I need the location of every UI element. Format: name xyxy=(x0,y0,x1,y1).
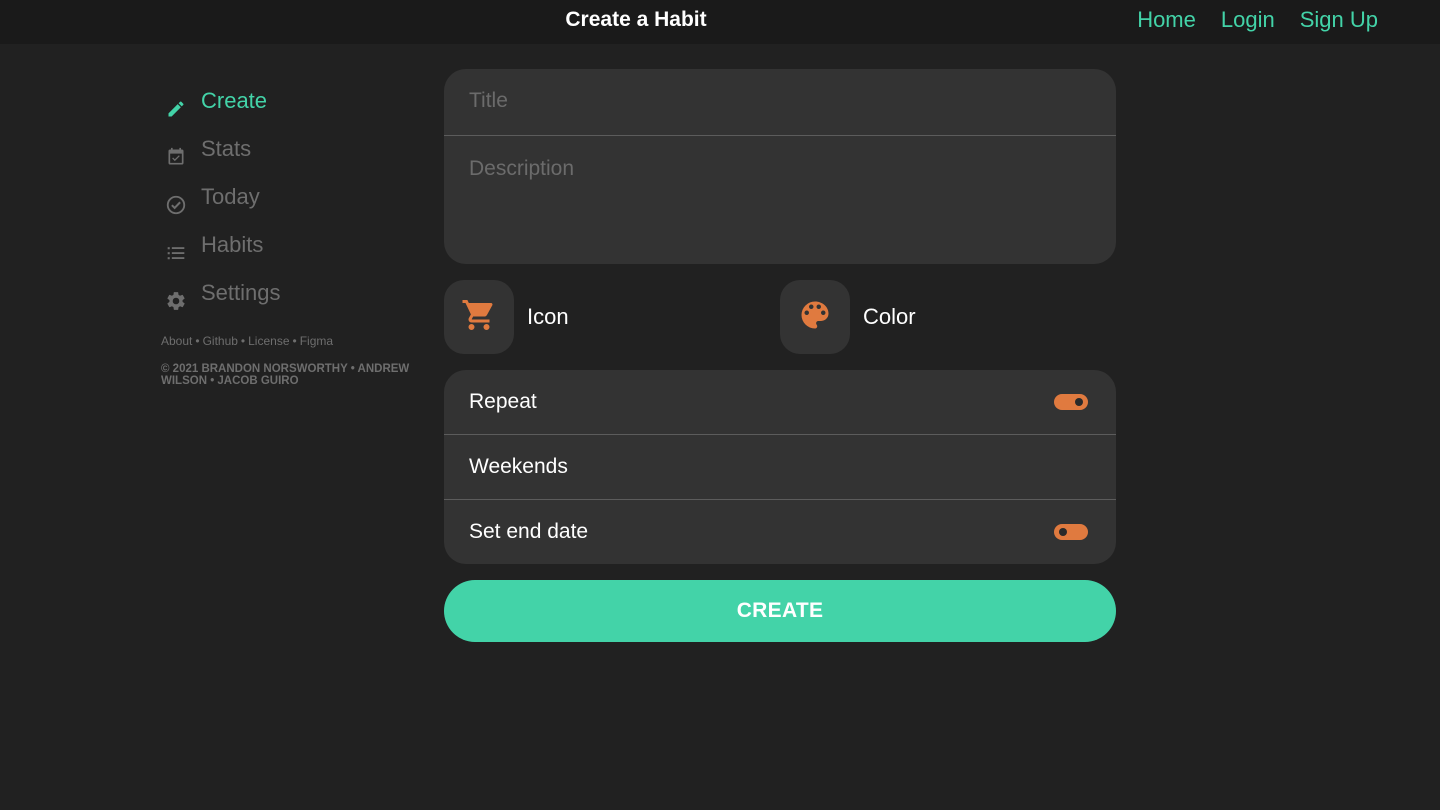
nav-signup-link[interactable]: Sign Up xyxy=(1300,7,1378,33)
sidebar-item-habits[interactable]: Habits xyxy=(161,224,421,272)
figma-link[interactable]: Figma xyxy=(300,334,333,348)
pickers-row: Icon Color xyxy=(444,280,1116,354)
about-link[interactable]: About xyxy=(161,334,192,348)
weekends-row[interactable]: Weekends xyxy=(444,435,1116,500)
weekends-label: Weekends xyxy=(469,455,568,478)
color-picker-label: Color xyxy=(863,304,916,329)
sidebar-item-label: Create xyxy=(201,88,268,113)
icon-picker-label: Icon xyxy=(527,304,569,329)
top-bar: Create a Habit Home Login Sign Up xyxy=(0,0,1440,44)
calendar-check-icon xyxy=(165,146,187,168)
create-button[interactable]: CREATE xyxy=(444,580,1116,642)
text-fields-card: Title Description xyxy=(444,69,1116,264)
sidebar-item-label: Habits xyxy=(201,232,264,257)
sidebar-item-settings[interactable]: Settings xyxy=(161,272,421,320)
separator: • xyxy=(195,334,200,348)
create-habit-form: Title Description Icon Color Repeat Week… xyxy=(444,69,1116,642)
end-date-row: Set end date xyxy=(444,500,1116,564)
color-badge xyxy=(780,280,850,354)
sidebar-item-label: Today xyxy=(201,184,260,209)
page-title: Create a Habit xyxy=(565,8,707,31)
end-date-toggle[interactable] xyxy=(1054,524,1088,540)
color-picker-button[interactable]: Color xyxy=(780,280,916,354)
footer-links: About • Github • License • Figma xyxy=(161,334,421,348)
palette-icon xyxy=(797,297,833,338)
sidebar-item-today[interactable]: Today xyxy=(161,176,421,224)
check-circle-icon xyxy=(165,194,187,216)
icon-badge xyxy=(444,280,514,354)
list-icon xyxy=(165,242,187,264)
separator: • xyxy=(292,334,297,348)
repeat-row: Repeat xyxy=(444,370,1116,435)
sidebar-item-label: Settings xyxy=(201,280,281,305)
end-date-label: Set end date xyxy=(469,520,589,543)
nav-login-link[interactable]: Login xyxy=(1221,7,1275,33)
repeat-toggle[interactable] xyxy=(1054,394,1088,410)
pencil-icon xyxy=(165,98,187,120)
description-input[interactable]: Description xyxy=(444,136,1116,202)
toggle-knob xyxy=(1059,528,1067,536)
cart-icon xyxy=(461,297,497,338)
nav-home-link[interactable]: Home xyxy=(1137,7,1196,33)
github-link[interactable]: Github xyxy=(203,334,238,348)
sidebar-item-create[interactable]: Create xyxy=(161,80,421,128)
title-input[interactable]: Title xyxy=(444,69,1116,136)
license-link[interactable]: License xyxy=(248,334,289,348)
repeat-label: Repeat xyxy=(469,390,537,413)
icon-picker-button[interactable]: Icon xyxy=(444,280,569,354)
toggle-knob xyxy=(1075,398,1083,406)
sidebar: Create Stats Today Habits Settings About… xyxy=(161,80,421,387)
top-nav: Home Login Sign Up xyxy=(1137,7,1378,33)
sidebar-item-label: Stats xyxy=(201,136,252,161)
copyright-text: © 2021 BRANDON NORSWORTHY • ANDREW WILSO… xyxy=(161,363,410,387)
gear-icon xyxy=(165,290,187,312)
separator: • xyxy=(240,334,246,348)
options-card: Repeat Weekends Set end date xyxy=(444,370,1116,564)
sidebar-item-stats[interactable]: Stats xyxy=(161,128,421,176)
